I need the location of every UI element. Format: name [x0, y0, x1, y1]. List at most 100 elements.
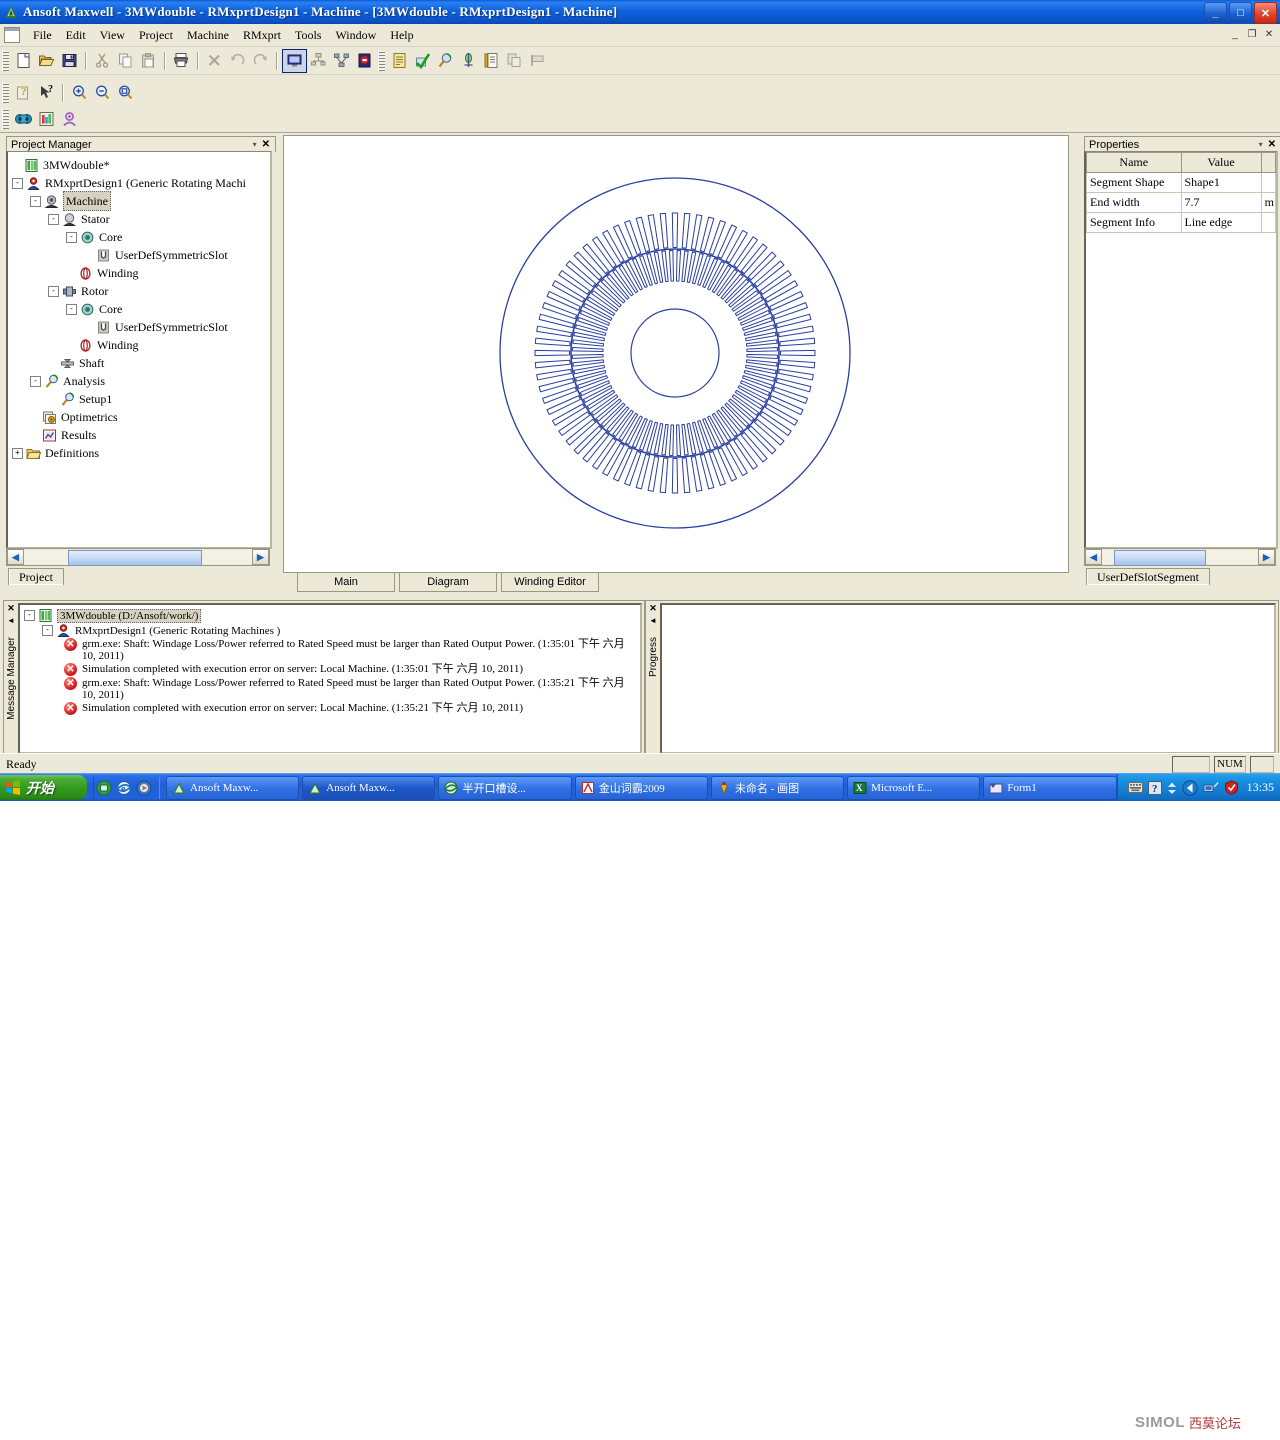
message-tree-item[interactable]: - RMxprtDesign1 (Generic Rotating Machine… [22, 623, 638, 638]
collapse-icon[interactable]: ◄ [7, 616, 15, 625]
view-person-icon[interactable] [58, 108, 81, 130]
close-icon[interactable]: ✕ [7, 603, 15, 614]
analyze-icon[interactable] [434, 50, 457, 72]
abort-icon[interactable] [353, 50, 376, 72]
tree-item[interactable]: + Definitions [12, 444, 268, 462]
scroll-right-button[interactable]: ▶ [1258, 549, 1275, 565]
menu-file[interactable]: File [26, 26, 59, 45]
flag-icon[interactable] [526, 50, 549, 72]
redo-icon[interactable] [249, 50, 272, 72]
toolbar-grip[interactable] [2, 82, 9, 103]
optimetrics-icon[interactable] [457, 50, 480, 72]
network-tray-icon[interactable] [1203, 781, 1219, 795]
taskbar-clock[interactable]: 13:35 [1247, 780, 1274, 795]
tree-item[interactable]: 3MWdouble* [12, 156, 268, 174]
project-tree-hscrollbar[interactable]: ◀ ▶ [6, 548, 270, 566]
properties-hscrollbar[interactable]: ◀ ▶ [1084, 548, 1276, 566]
tree-item[interactable]: Winding [12, 264, 268, 282]
antivirus-icon[interactable] [1224, 780, 1239, 795]
collapse-toggle-icon[interactable]: - [48, 285, 59, 297]
media-player-icon[interactable] [136, 780, 152, 796]
delete-icon[interactable] [203, 50, 226, 72]
zoom-in-icon[interactable] [68, 82, 91, 104]
paste-icon[interactable] [137, 50, 160, 72]
tree-item[interactable]: Results [12, 426, 268, 444]
menu-help[interactable]: Help [383, 26, 420, 45]
scroll-thumb[interactable] [68, 550, 202, 566]
collapse-toggle-icon[interactable]: - [24, 610, 35, 621]
menu-rmxprt[interactable]: RMxprt [236, 26, 288, 45]
collapse-toggle-icon[interactable]: - [48, 213, 59, 225]
collapse-toggle-icon[interactable]: - [66, 231, 77, 243]
validate-check-icon[interactable] [411, 50, 434, 72]
scroll-track[interactable] [24, 550, 252, 566]
message-list[interactable]: -3MWdouble (D:/Ansoft/work/) - RMxprtDesig… [18, 603, 642, 754]
scroll-thumb[interactable] [1114, 550, 1206, 566]
tab-winding-editor[interactable]: Winding Editor [501, 573, 599, 592]
machine-view-canvas[interactable] [283, 135, 1069, 573]
tree-item[interactable]: - Machine [12, 191, 268, 211]
help-arrow-icon[interactable]: ? [35, 82, 58, 104]
menu-machine[interactable]: Machine [180, 26, 236, 45]
property-row[interactable]: Segment Info Line edge [1086, 212, 1276, 233]
close-icon[interactable]: ✕ [649, 603, 657, 614]
message-row[interactable]: ✕ Simulation completed with execution err… [64, 702, 638, 715]
tab-userdefslotsegment[interactable]: UserDefSlotSegment [1086, 568, 1210, 585]
tree-item[interactable]: - RMxprtDesign1 (Generic Rotating Machi [12, 174, 268, 192]
print-icon[interactable] [170, 50, 193, 72]
tree-item[interactable]: UserDefSymmetricSlot [12, 246, 268, 264]
collapse-toggle-icon[interactable]: - [30, 195, 41, 207]
toolbar-grip[interactable] [378, 50, 385, 71]
property-value[interactable]: 7.7 [1180, 192, 1262, 213]
show-desktop-icon[interactable] [96, 780, 112, 796]
local-machine-icon[interactable] [282, 48, 307, 73]
mdi-restore-button[interactable]: ❐ [1245, 27, 1259, 41]
internet-explorer-icon[interactable]: e [116, 780, 132, 796]
menu-window[interactable]: Window [328, 26, 383, 45]
expand-toggle-icon[interactable]: + [12, 447, 23, 459]
collapse-toggle-icon[interactable]: - [12, 177, 23, 189]
chevron-down-icon[interactable]: ▾ [253, 140, 257, 149]
menu-tools[interactable]: Tools [288, 26, 329, 45]
scroll-left-button[interactable]: ◀ [1085, 549, 1102, 565]
start-button[interactable]: 开始 [0, 775, 87, 800]
collapse-toggle-icon[interactable]: - [42, 625, 53, 636]
close-icon[interactable]: ✕ [262, 139, 270, 150]
message-row[interactable]: ✕ Simulation completed with execution err… [64, 663, 638, 676]
open-icon[interactable] [35, 50, 58, 72]
property-row[interactable]: Segment Shape Shape1 [1086, 172, 1276, 193]
mdi-close-button[interactable]: ✕ [1262, 27, 1276, 41]
new-icon[interactable] [12, 50, 35, 72]
taskbar-button[interactable]: Ansoft Maxw... [302, 775, 436, 800]
validate-list-icon[interactable] [388, 50, 411, 72]
close-icon[interactable]: ✕ [1268, 139, 1276, 150]
collapse-icon[interactable]: ◄ [649, 616, 657, 625]
collapse-toggle-icon[interactable]: - [30, 375, 41, 387]
tree-item[interactable]: Shaft [12, 354, 268, 372]
tree-item[interactable]: - Stator [12, 210, 268, 228]
chevron-down-icon[interactable]: ▾ [1259, 140, 1263, 149]
property-column-header[interactable]: Value [1180, 152, 1262, 173]
report-icon[interactable] [480, 50, 503, 72]
property-value[interactable]: Shape1 [1180, 172, 1262, 193]
tree-item[interactable]: Winding [12, 336, 268, 354]
menu-project[interactable]: Project [132, 26, 180, 45]
close-button[interactable]: ✕ [1254, 2, 1277, 24]
toolbar-grip[interactable] [2, 50, 9, 71]
zoom-fit-icon[interactable] [114, 82, 137, 104]
tree-item[interactable]: UserDefSymmetricSlot [12, 318, 268, 336]
message-tree-item[interactable]: - 3MWdouble (D:/Ansoft/work/) [22, 608, 638, 623]
property-column-header[interactable] [1260, 152, 1276, 173]
network-icon[interactable] [330, 50, 353, 72]
tree-item[interactable]: - Analysis [12, 372, 268, 390]
tree-item[interactable]: Setup1 [12, 390, 268, 408]
scroll-right-button[interactable]: ▶ [252, 549, 269, 565]
tree-item[interactable]: - Core [12, 300, 268, 318]
tree-item[interactable]: - Rotor [12, 282, 268, 300]
taskbar-button[interactable]: X Microsoft E... [847, 775, 981, 800]
toolbar-grip[interactable] [2, 109, 9, 129]
back-arrow-icon[interactable] [1181, 779, 1198, 796]
save-icon[interactable] [58, 50, 81, 72]
tab-project[interactable]: Project [8, 568, 64, 585]
tab-diagram[interactable]: Diagram [399, 573, 497, 592]
